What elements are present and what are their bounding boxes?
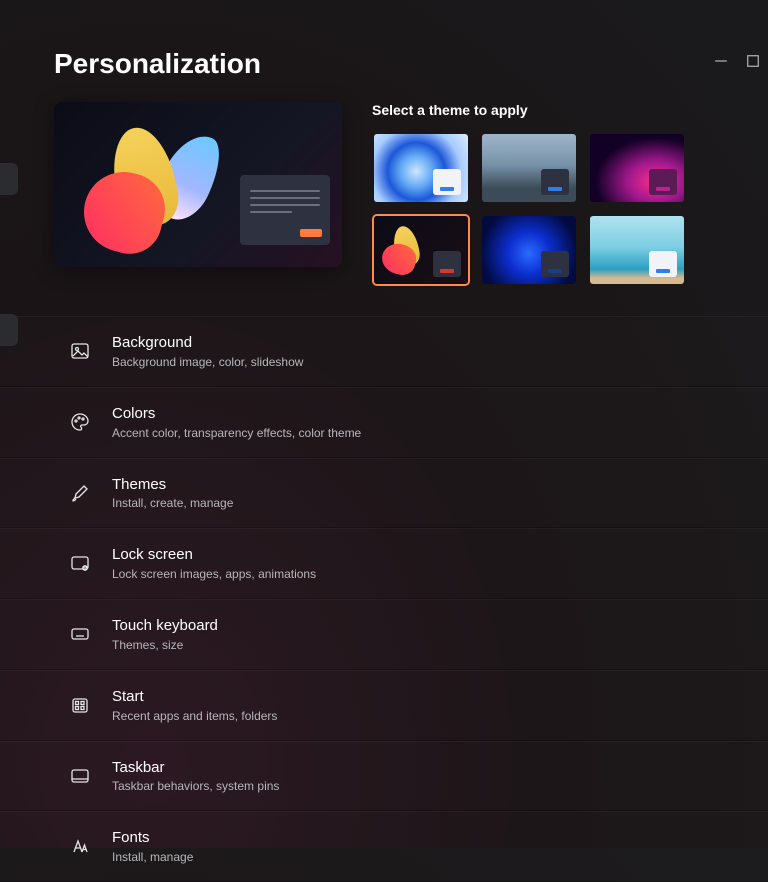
option-subtitle: Recent apps and items, folders: [112, 709, 277, 723]
window-controls: [714, 54, 760, 68]
minimize-button[interactable]: [714, 54, 728, 68]
option-title: Colors: [112, 405, 361, 424]
option-background[interactable]: Background Background image, color, slid…: [0, 316, 768, 387]
theme-option-bloom-dark[interactable]: [480, 214, 578, 286]
option-subtitle: Install, manage: [112, 850, 193, 864]
option-title: Lock screen: [112, 546, 316, 565]
theme-option-windows-light[interactable]: [372, 132, 470, 204]
maximize-button[interactable]: [746, 54, 760, 68]
nav-stub: [0, 314, 18, 346]
option-start[interactable]: Start Recent apps and items, folders: [0, 670, 768, 741]
option-colors[interactable]: Colors Accent color, transparency effect…: [0, 387, 768, 458]
palette-icon: [70, 412, 90, 432]
start-menu-icon: [70, 695, 90, 715]
nav-stub[interactable]: [0, 163, 18, 195]
option-subtitle: Themes, size: [112, 638, 218, 652]
option-title: Fonts: [112, 829, 193, 848]
theme-option-windows-dark[interactable]: [372, 214, 470, 286]
options-list: Background Background image, color, slid…: [0, 316, 768, 882]
lock-screen-icon: [70, 554, 90, 574]
option-title: Background: [112, 334, 303, 353]
theme-grid: [372, 132, 692, 286]
brush-icon: [70, 483, 90, 503]
option-subtitle: Taskbar behaviors, system pins: [112, 779, 279, 793]
option-subtitle: Accent color, transparency effects, colo…: [112, 426, 361, 440]
theme-option-seascape[interactable]: [588, 214, 686, 286]
option-title: Start: [112, 688, 277, 707]
option-taskbar[interactable]: Taskbar Taskbar behaviors, system pins: [0, 741, 768, 812]
option-lock-screen[interactable]: Lock screen Lock screen images, apps, an…: [0, 528, 768, 599]
page-title: Personalization: [54, 48, 768, 80]
option-title: Touch keyboard: [112, 617, 218, 636]
option-subtitle: Background image, color, slideshow: [112, 355, 303, 369]
picture-icon: [70, 341, 90, 361]
option-themes[interactable]: Themes Install, create, manage: [0, 458, 768, 529]
theme-option-landscape[interactable]: [480, 132, 578, 204]
option-title: Taskbar: [112, 759, 279, 778]
desktop-preview: [54, 102, 342, 267]
taskbar-icon: [70, 766, 90, 786]
theme-section-label: Select a theme to apply: [372, 102, 692, 118]
option-subtitle: Lock screen images, apps, animations: [112, 567, 316, 581]
option-touch-keyboard[interactable]: Touch keyboard Themes, size: [0, 599, 768, 670]
option-fonts[interactable]: Fonts Install, manage: [0, 811, 768, 882]
theme-option-glow[interactable]: [588, 132, 686, 204]
option-title: Themes: [112, 476, 233, 495]
keyboard-icon: [70, 624, 90, 644]
fonts-icon: [70, 837, 90, 857]
option-subtitle: Install, create, manage: [112, 496, 233, 510]
